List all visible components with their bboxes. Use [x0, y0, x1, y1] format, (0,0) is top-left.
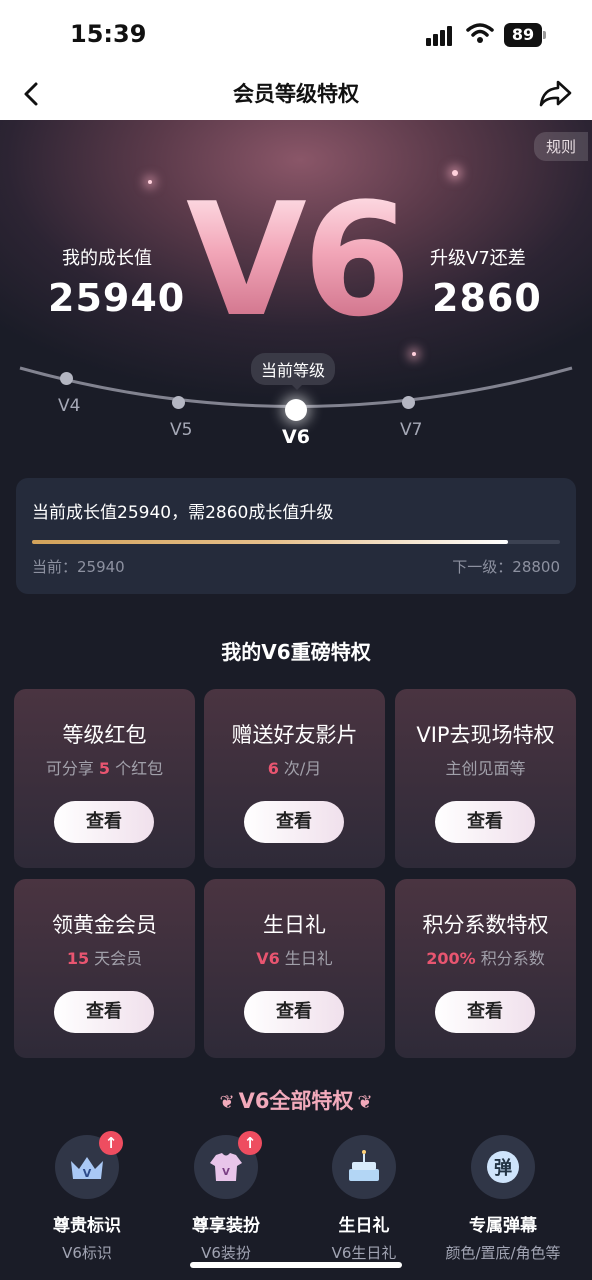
progress-description: 当前成长值25940，需2860成长值升级: [32, 503, 334, 523]
crown-icon: V ↑: [55, 1131, 123, 1199]
current-level-tooltip: 当前等级: [251, 353, 336, 385]
card-subtitle: 6 次/月: [267, 759, 322, 778]
progress-current: 当前：25940: [32, 558, 125, 576]
view-button[interactable]: 查看: [435, 801, 535, 843]
privilege-name: 专属弹幕: [469, 1216, 537, 1236]
privilege-desc: V6生日礼: [331, 1244, 397, 1262]
upgrade-gap-value: 2860: [432, 276, 542, 320]
section-title-privileges: 我的V6重磅特权: [221, 640, 371, 664]
privilege-item-badge[interactable]: V ↑ 尊贵标识 V6标识: [17, 1131, 157, 1263]
laurel-right-icon: ❦: [357, 1092, 373, 1113]
svg-text:弹: 弹: [494, 1157, 512, 1179]
svg-text:V: V: [222, 1167, 230, 1178]
level-label-v4: V4: [58, 396, 81, 416]
privilege-card-gold-membership[interactable]: 领黄金会员 15 天会员 查看: [14, 879, 195, 1058]
progress-bar: [32, 540, 560, 544]
growth-value: 25940: [48, 276, 186, 320]
current-level-big: V6: [186, 169, 411, 351]
privilege-desc: V6装扮: [201, 1244, 251, 1262]
privilege-desc: V6标识: [62, 1244, 112, 1262]
level-node-v7[interactable]: [402, 396, 415, 409]
privilege-card-points-multiplier[interactable]: 积分系数特权 200% 积分系数 查看: [395, 879, 576, 1058]
card-subtitle: 可分享 5 个红包: [45, 759, 164, 778]
view-button[interactable]: 查看: [244, 801, 344, 843]
progress-bar-fill: [32, 540, 508, 544]
privilege-item-danmaku[interactable]: 弹 专属弹幕 颜色/置底/角色等: [433, 1135, 573, 1263]
upgrade-badge: ↑: [238, 1131, 262, 1155]
card-subtitle: V6 生日礼: [256, 949, 333, 968]
level-hero: 规则 我的成长值 25940 V6 升级V7还差 2860 V4 V5 V6 V…: [0, 120, 592, 470]
card-title: 生日礼: [263, 913, 326, 937]
upgrade-gap-label: 升级V7还差: [430, 248, 526, 269]
card-title: 赠送好友影片: [231, 723, 358, 747]
cellular-signal-icon: [426, 26, 454, 46]
privilege-name: 生日礼: [338, 1216, 390, 1236]
battery-cap: [543, 31, 546, 39]
card-title: 领黄金会员: [52, 913, 157, 937]
level-label-v7: V7: [400, 420, 423, 440]
card-title: 积分系数特权: [422, 913, 549, 937]
view-button[interactable]: 查看: [435, 991, 535, 1033]
level-label-v5: V5: [170, 420, 193, 440]
level-node-v6-current[interactable]: [285, 399, 307, 421]
laurel-left-icon: ❦: [219, 1092, 235, 1113]
view-button[interactable]: 查看: [54, 991, 154, 1033]
upgrade-badge: ↑: [99, 1131, 123, 1155]
privilege-card-gift-movie[interactable]: 赠送好友影片 6 次/月 查看: [204, 689, 385, 868]
progress-next-level: 下一级：28800: [452, 558, 560, 576]
tooltip-arrow: [291, 384, 303, 390]
danmaku-icon: 弹: [471, 1135, 535, 1199]
growth-progress-card: 当前成长值25940，需2860成长值升级 当前：25940 下一级：28800: [16, 478, 576, 594]
sparkle-decoration: [148, 180, 152, 184]
home-indicator[interactable]: [190, 1262, 402, 1268]
growth-label: 我的成长值: [62, 248, 152, 269]
rules-button[interactable]: 规则: [533, 132, 588, 161]
privilege-item-outfit[interactable]: V ↑ 尊享装扮 V6装扮: [156, 1131, 296, 1263]
level-node-v4[interactable]: [60, 372, 73, 385]
view-button[interactable]: 查看: [244, 991, 344, 1033]
all-privileges-title: ❦ V6全部特权 ❦: [219, 1089, 373, 1113]
privilege-card-birthday[interactable]: 生日礼 V6 生日礼 查看: [204, 879, 385, 1058]
privilege-desc: 颜色/置底/角色等: [445, 1244, 561, 1262]
privilege-item-birthday[interactable]: 生日礼 V6生日礼: [294, 1135, 434, 1263]
svg-text:V: V: [83, 1167, 92, 1180]
sparkle-decoration: [452, 170, 458, 176]
view-button[interactable]: 查看: [54, 801, 154, 843]
card-subtitle: 15 天会员: [66, 949, 143, 968]
card-title: 等级红包: [62, 723, 147, 747]
wifi-icon: [466, 23, 494, 43]
level-label-v6: V6: [282, 426, 310, 448]
privilege-card-vip-event[interactable]: VIP去现场特权 主创见面等 查看: [395, 689, 576, 868]
card-title: VIP去现场特权: [416, 723, 555, 747]
page-title: 会员等级特权: [233, 82, 359, 106]
card-subtitle: 200% 积分系数: [426, 949, 545, 968]
privilege-name: 尊贵标识: [53, 1216, 121, 1236]
card-subtitle: 主创见面等: [445, 759, 526, 778]
privilege-card-red-packet[interactable]: 等级红包 可分享 5 个红包 查看: [14, 689, 195, 868]
cake-icon: [332, 1135, 396, 1199]
status-time: 15:39: [70, 20, 147, 48]
battery-icon: 89: [504, 23, 542, 47]
privilege-name: 尊享装扮: [192, 1216, 260, 1236]
level-node-v5[interactable]: [172, 396, 185, 409]
nav-bar: 会员等级特权: [0, 70, 592, 120]
share-arrow-icon[interactable]: [536, 76, 576, 112]
status-bar: 15:39 89: [0, 0, 592, 70]
tshirt-icon: V ↑: [194, 1131, 262, 1199]
